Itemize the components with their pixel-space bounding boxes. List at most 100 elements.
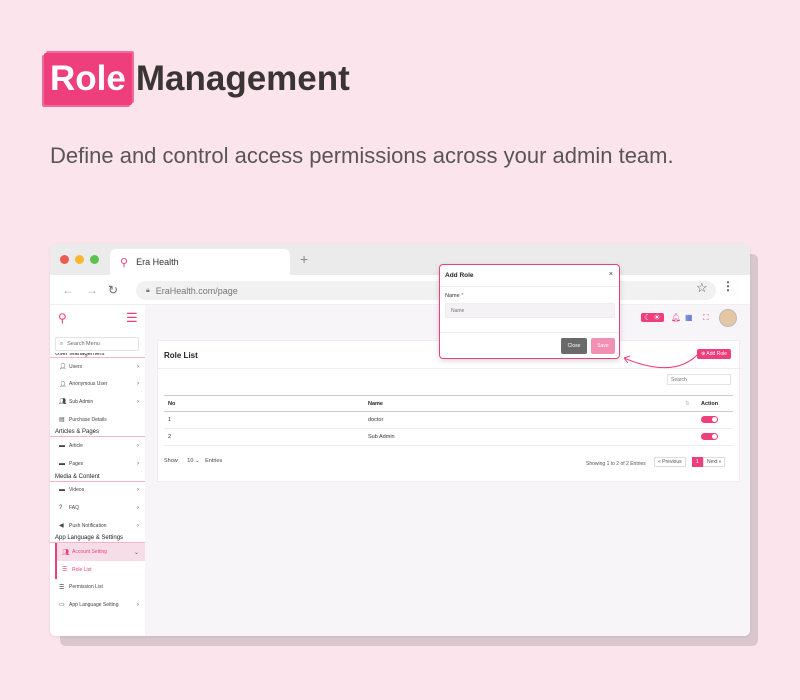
sidebar-item-faq[interactable]: ? FAQ › [50,499,145,517]
sidebar-item-pages[interactable]: ▬ Pages › [50,455,145,473]
sidebar-item-videos[interactable]: ▬ Videos › [50,482,145,500]
bookmark-star-icon[interactable]: ☆ [696,280,708,296]
hamburger-menu-icon[interactable]: ☰ [126,310,138,326]
url-field[interactable]: 🔒︎ EraHealth.com/page [136,281,716,300]
sort-icon[interactable]: ⇅ [681,395,697,412]
browser-tab[interactable]: ⚲ Era Health [110,249,290,275]
sidebar-item-role-list[interactable]: ☰ Role List [55,560,145,579]
sidebar-item-label: Permission List [69,584,103,591]
browser-menu-icon[interactable]: ⋮ [722,279,734,293]
sidebar-item-push-notification[interactable]: ◀ Push Notification › [50,517,145,535]
chevron-right-icon: › [137,398,139,405]
megaphone-icon: ◀ [59,523,64,530]
cell-no: 1 [164,411,364,429]
column-header[interactable]: No [164,395,364,412]
name-input[interactable]: Name [445,303,615,318]
table-row: 2 Sub Admin [164,428,733,446]
lock-icon: 🔒︎ [146,286,150,294]
minimize-window-dot[interactable] [75,255,84,264]
era-health-logo-icon: ⚲ [120,256,129,269]
section-app-language: App Language & Settings [50,534,145,544]
chevron-down-icon: ⌄ [133,549,139,556]
status-toggle[interactable] [701,415,718,423]
app-logo-icon: ⚲ [58,311,67,325]
chevron-right-icon: › [137,601,139,608]
close-button[interactable]: Close [561,338,587,354]
hero-title-highlight: Role [44,53,132,105]
forward-icon[interactable]: → [86,283,98,297]
sidebar-item-label: Purchase Details [69,416,107,423]
sidebar-item-label: Users [69,363,83,370]
user-secret-icon: 👤︎ [59,381,67,388]
list-icon: ☰ [59,584,65,591]
chevron-right-icon: › [137,522,139,529]
address-bar: ← → ↻ 🔒︎ EraHealth.com/page ☆ ⋮ [50,275,750,305]
chevron-right-icon: › [137,487,139,494]
sidebar-item-article[interactable]: ▬ Article › [50,437,145,455]
new-tab-button[interactable]: + [300,251,308,267]
save-button[interactable]: Save [591,338,615,354]
entries-select-value: 10 [187,458,194,464]
modal-title: Add Role [445,272,474,279]
sidebar-item-anonymous-user[interactable]: 👤︎ Anonymous User › [50,376,145,394]
maximize-window-dot[interactable] [90,255,99,264]
add-role-label: Add Role [706,351,727,357]
sidebar-menu: User Management 👤︎ Users › 👤︎ Anonymous Use… [50,353,145,614]
column-header[interactable]: Name [364,395,681,412]
sidebar-item-account-setting[interactable]: 👥︎ Account Setting ⌄ [55,543,145,561]
reload-icon[interactable]: ↻ [108,283,118,297]
table-header-row: No Name ⇅ Action [164,395,733,412]
sidebar: ⚲ ☰ ⌕ Search Menu User Management 👤︎ User… [50,305,145,636]
avatar[interactable] [719,309,737,327]
dark-mode-toggle-icon[interactable]: ☾ ☀ [641,313,664,322]
close-icon[interactable]: × [609,271,613,278]
language-flag-icon[interactable]: ▦ [685,313,693,322]
previous-page-button[interactable]: « Previous [654,457,686,467]
entries-selector: Show 10 ⌄ Entries [164,458,222,464]
page-1-button[interactable]: 1 [692,457,703,467]
notification-bell-icon[interactable]: 🔔︎ [671,313,681,322]
required-marker: * [461,293,464,299]
chevron-right-icon: › [137,443,139,450]
card-title: Role List [164,351,198,360]
section-media-content: Media & Content [50,473,145,482]
search-input[interactable]: Search [667,374,731,385]
show-label: Show [164,458,178,464]
sidebar-item-label: Videos [69,487,85,494]
tab-bar: ⚲ Era Health + [50,244,750,275]
users-icon: 👥︎ [59,399,67,406]
entries-select[interactable]: 10 ⌄ [185,458,201,464]
column-header: Action [697,395,733,412]
sidebar-item-sub-admin[interactable]: 👥︎ Sub Admin › [50,393,145,411]
pagination-info: Showing 1 to 2 of 2 Entries [586,461,646,467]
callout-arrow [623,351,701,369]
sidebar-item-label: Account Setting [72,549,108,556]
sidebar-search-input[interactable]: ⌕ Search Menu [55,337,139,351]
search-icon: ⌕ [60,340,64,347]
hero-title: Role Management [44,50,350,108]
next-page-button[interactable]: Next » [703,457,726,467]
hero-title-rest: Management [135,59,350,98]
add-role-modal: Add Role × Name * Name Close Save [439,264,620,359]
sidebar-item-app-language-setting[interactable]: ▭ App Language Setting › [50,596,145,614]
file-icon: ▬ [59,460,65,467]
sidebar-item-label: Article [69,443,83,450]
chevron-right-icon: › [137,460,139,467]
chevron-right-icon: › [137,363,139,370]
status-toggle[interactable] [701,432,718,440]
section-articles-pages: Articles & Pages [50,428,145,438]
sidebar-item-permission-list[interactable]: ☰ Permission List [50,579,145,597]
sidebar-item-label: FAQ [69,504,80,511]
name-label-text: Name [445,293,460,299]
back-icon[interactable]: ← [62,283,74,297]
sidebar-item-users[interactable]: 👤︎ Users › [50,358,145,376]
file-icon: ▬ [59,443,65,450]
sidebar-item-purchase-details[interactable]: ▤ Purchase Details [50,411,145,429]
sidebar-item-label: Anonymous User [69,381,108,388]
tab-title: Era Health [136,257,179,267]
fullscreen-icon[interactable]: ⛶ [703,313,709,323]
sidebar-search-placeholder: Search Menu [67,341,100,347]
close-window-dot[interactable] [60,255,69,264]
users-cog-icon: 👥︎ [62,549,70,556]
cell-name: Sub Admin [364,428,681,446]
